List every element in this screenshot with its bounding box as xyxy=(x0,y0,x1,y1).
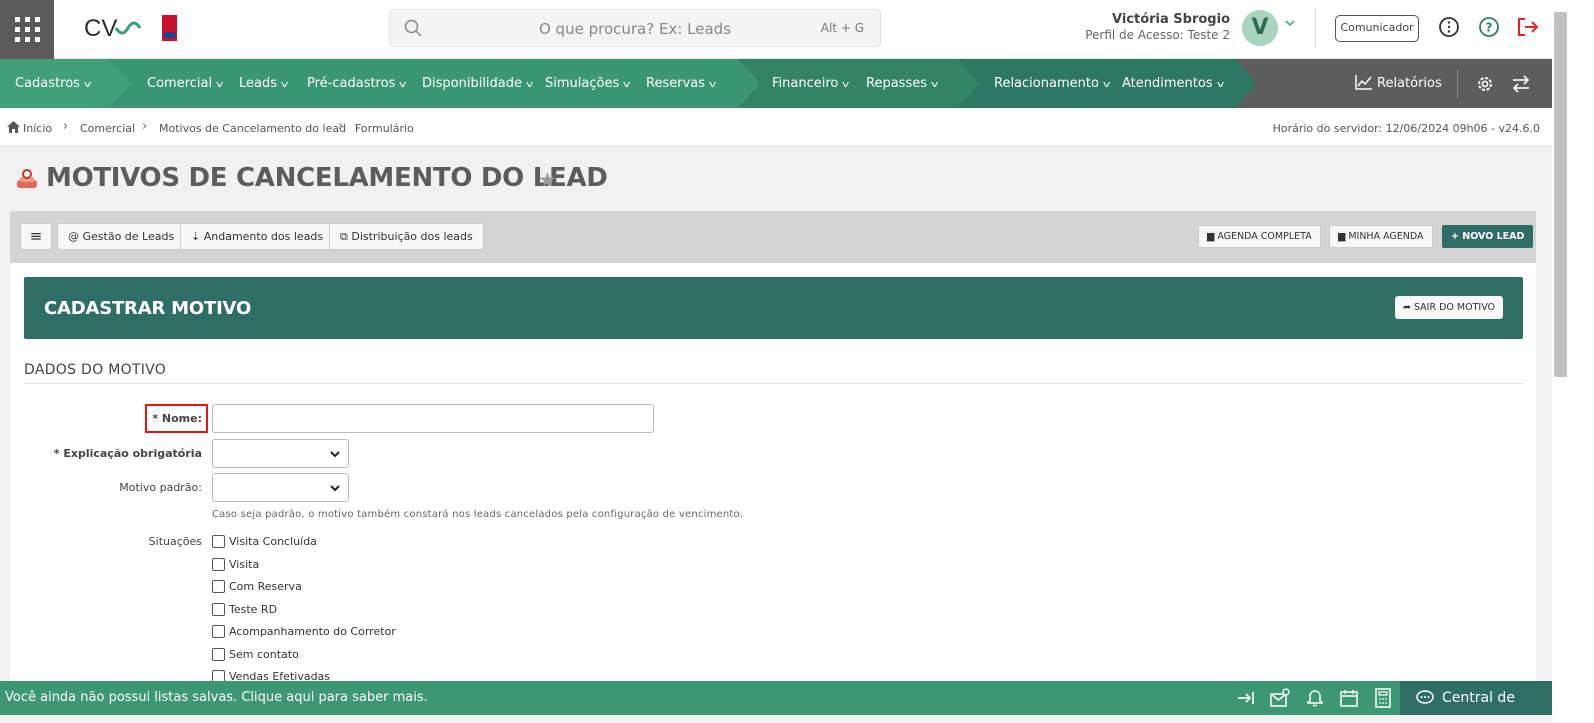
breadcrumb-home[interactable]: Início xyxy=(23,122,52,135)
gear-icon[interactable] xyxy=(1476,75,1494,93)
breadcrumb-formulario: Formulário xyxy=(355,122,414,135)
help-icon[interactable]: ? xyxy=(1478,16,1500,38)
distribuicao-leads-button[interactable]: ⧉ Distribuição dos leads xyxy=(329,223,484,250)
user-info[interactable]: Victória Sbrogio Perfil de Acesso: Teste… xyxy=(1085,12,1230,42)
breadcrumb-comercial[interactable]: Comercial xyxy=(80,122,135,135)
menu-icon[interactable]: ≡ xyxy=(20,223,52,250)
chart-line-icon xyxy=(1355,75,1372,90)
search-placeholder: O que procura? Ex: Leads xyxy=(538,20,731,38)
motivo-padrao-label: Motivo padrão: xyxy=(119,481,202,494)
minha-agenda-button[interactable]: ▆ MINHA AGENDA xyxy=(1329,225,1433,248)
checkbox[interactable] xyxy=(212,580,225,593)
page-title: MOTIVOS DE CANCELAMENTO DO LEAD xyxy=(46,163,608,193)
page-title-icon xyxy=(17,169,37,188)
chevron-down-icon[interactable] xyxy=(1284,18,1296,28)
explicacao-select[interactable] xyxy=(212,439,349,468)
avatar[interactable]: V xyxy=(1242,10,1278,46)
divider xyxy=(1315,8,1316,48)
help-center-button[interactable]: Central de Ajuda xyxy=(1400,681,1552,715)
nav-item-relacionamento[interactable]: Relacionamento v xyxy=(994,59,1110,108)
user-profile: Perfil de Acesso: Teste 2 xyxy=(1085,28,1230,42)
gestao-leads-button[interactable]: @ Gestão de Leads xyxy=(57,223,186,250)
apps-grid-icon[interactable] xyxy=(0,0,54,59)
favorite-star-icon[interactable]: ★ xyxy=(538,168,557,192)
motivo-padrao-select[interactable] xyxy=(212,473,349,502)
agenda-completa-button[interactable]: ▆ AGENDA COMPLETA xyxy=(1198,225,1321,248)
sitemap-icon: ⧉ xyxy=(340,230,352,243)
company-logo[interactable]: CV xyxy=(84,14,180,44)
calendar-icon: ▆ xyxy=(1207,231,1218,242)
motivo-padrao-hint: Caso seja padrão, o motivo também consta… xyxy=(212,509,744,520)
page-toolbar: ≡ @ Gestão de Leads ⇣ Andamento dos lead… xyxy=(10,211,1536,263)
bottom-bar: Você ainda não possui listas salvas. Cli… xyxy=(0,681,1552,715)
home-icon xyxy=(7,121,20,133)
nav-item-disponibilidade[interactable]: Disponibilidade v xyxy=(422,59,533,108)
saved-lists-message[interactable]: Você ainda não possui listas salvas. Cli… xyxy=(5,690,428,705)
nome-field[interactable] xyxy=(212,404,654,433)
checkbox[interactable] xyxy=(212,535,225,548)
swap-arrows-icon[interactable] xyxy=(1511,75,1531,93)
global-search[interactable]: O que procura? Ex: Leads Alt + G xyxy=(389,9,881,47)
nav-item-simulacoes[interactable]: Simulações v xyxy=(545,59,631,108)
explicacao-label: * Explicação obrigatória xyxy=(53,447,202,460)
form-header: CADASTRAR MOTIVO ➦ SAIR DO MOTIVO xyxy=(24,277,1523,339)
nav-item-leads[interactable]: Leads v xyxy=(239,59,288,108)
novo-lead-button[interactable]: + NOVO LEAD xyxy=(1442,225,1534,248)
logout-icon[interactable] xyxy=(1516,16,1540,38)
nav-item-comercial[interactable]: Comercial v xyxy=(147,59,223,108)
svg-text:?: ? xyxy=(1486,21,1493,35)
user-name: Victória Sbrogio xyxy=(1111,12,1230,27)
nav-item-reservas[interactable]: Reservas v xyxy=(646,59,716,108)
breadcrumb-motivos[interactable]: Motivos de Cancelamento do lead xyxy=(159,122,346,135)
situacoes-label: Situações xyxy=(148,535,202,548)
arrow-to-right-icon[interactable] xyxy=(1236,688,1256,708)
chat-icon xyxy=(1416,690,1434,704)
calendar-icon: ▆ xyxy=(1338,231,1349,242)
search-shortcut: Alt + G xyxy=(820,21,864,35)
checkbox[interactable] xyxy=(212,603,225,616)
share-icon: ➦ xyxy=(1402,302,1414,313)
plus-icon: + xyxy=(1451,231,1463,242)
section-title: DADOS DO MOTIVO xyxy=(24,362,167,378)
nome-label: * Nome: xyxy=(152,412,202,425)
sort-icon: ⇣ xyxy=(191,230,204,243)
nav-item-atendimentos[interactable]: Atendimentos v xyxy=(1122,59,1224,108)
checkbox[interactable] xyxy=(212,648,225,661)
checkbox[interactable] xyxy=(212,558,225,571)
chevron-right-icon: › xyxy=(142,119,148,134)
chevron-down-icon xyxy=(330,451,340,458)
chevron-right-icon: › xyxy=(63,119,69,134)
main-nav: Cadastros v Comercial v Leads v Pré-cadastr… xyxy=(0,59,1552,108)
scrollbar-thumb[interactable] xyxy=(1554,12,1567,377)
communicator-button[interactable]: Comunicador xyxy=(1335,15,1419,42)
nav-item-relatorios[interactable]: Relatórios xyxy=(1355,59,1442,108)
nav-item-pre-cadastros[interactable]: Pré-cadastros v xyxy=(307,59,407,108)
bell-icon[interactable] xyxy=(1306,688,1324,708)
info-icon[interactable] xyxy=(1438,16,1460,38)
chevron-right-icon: › xyxy=(338,119,344,134)
at-icon: @ xyxy=(68,230,83,243)
divider xyxy=(1457,69,1458,98)
calculator-icon[interactable] xyxy=(1374,688,1392,708)
breadcrumb: Início › Comercial › Motivos de Cancelam… xyxy=(0,108,1552,146)
top-header: CV O que procura? Ex: Leads Alt + G Vict… xyxy=(0,0,1552,59)
nav-item-cadastros[interactable]: Cadastros v xyxy=(15,59,91,108)
section-divider xyxy=(24,383,1523,384)
server-time: Horário do servidor: 12/06/2024 09h06 - … xyxy=(1272,122,1540,135)
form-panel: CADASTRAR MOTIVO ➦ SAIR DO MOTIVO DADOS … xyxy=(10,263,1536,683)
nav-item-repasses[interactable]: Repasses v xyxy=(866,59,938,108)
andamento-leads-button[interactable]: ⇣ Andamento dos leads xyxy=(180,223,335,250)
nav-item-financeiro[interactable]: Financeiro v xyxy=(772,59,850,108)
checkbox[interactable] xyxy=(212,625,225,638)
mail-settings-icon[interactable] xyxy=(1270,688,1290,708)
calendar-icon[interactable] xyxy=(1339,688,1359,708)
form-title: CADASTRAR MOTIVO xyxy=(44,298,252,319)
exit-motivo-button[interactable]: ➦ SAIR DO MOTIVO xyxy=(1394,296,1503,319)
chevron-down-icon xyxy=(330,485,340,492)
svg-text:CV: CV xyxy=(84,15,117,42)
